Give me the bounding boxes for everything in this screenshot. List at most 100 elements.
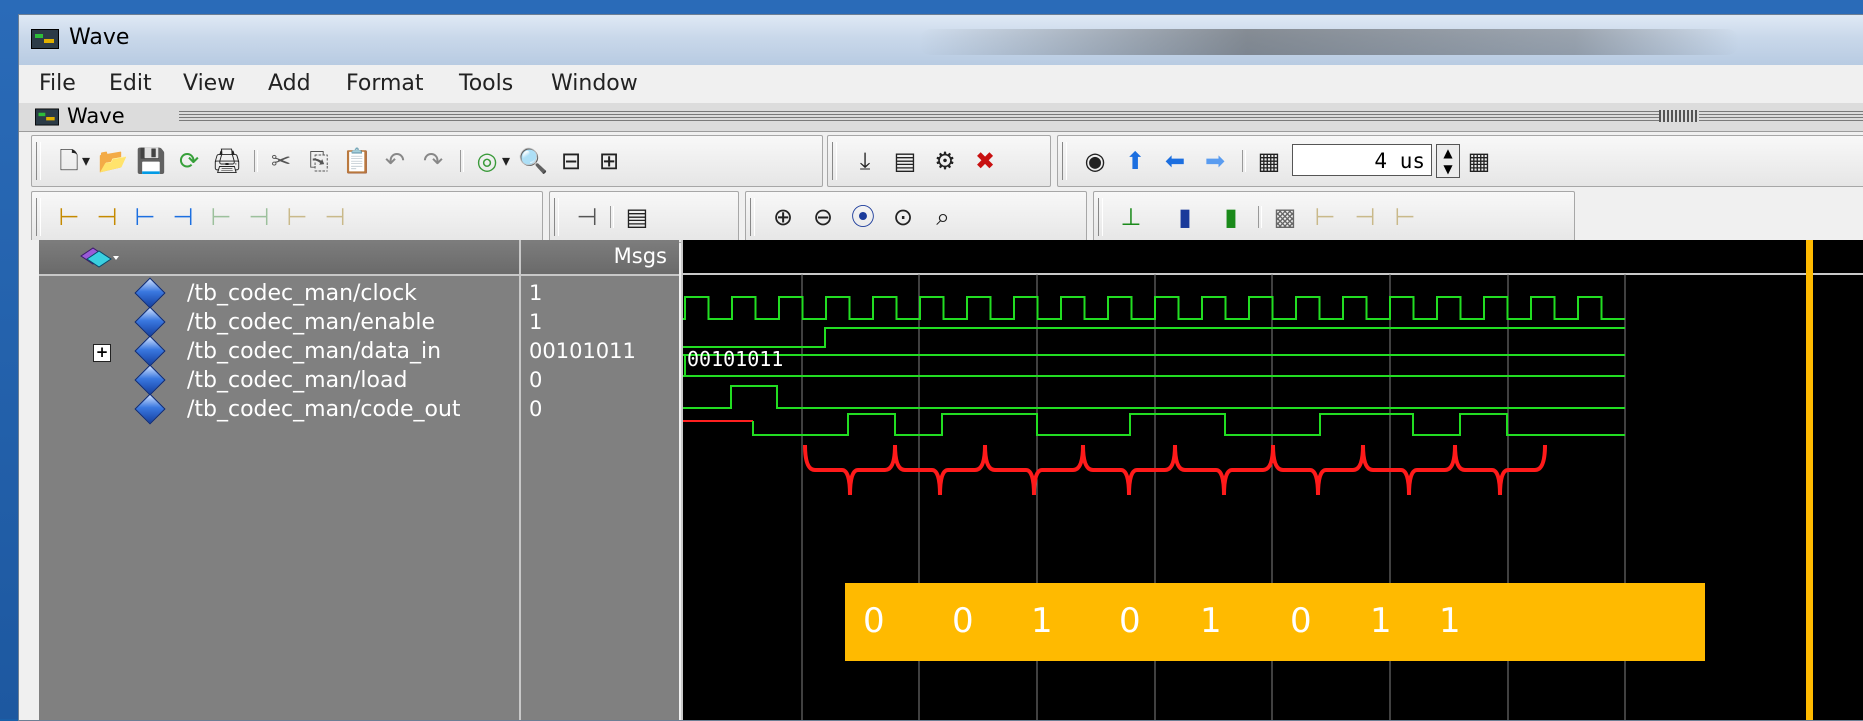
signal-row-clock[interactable]: /tb_codec_man/clock — [39, 277, 536, 310]
wave-pane-icon — [35, 108, 59, 126]
edge-prev-icon[interactable]: ⊢ — [130, 202, 160, 232]
signal-name: /tb_codec_man/code_out — [187, 397, 461, 422]
zoom-region-icon[interactable]: ⌕ — [928, 202, 958, 232]
cut-icon[interactable]: ✂ — [266, 146, 296, 176]
window-title: Wave — [69, 25, 130, 50]
add-signal-icon[interactable]: ⊢ — [54, 202, 84, 232]
toolbar-separator — [610, 206, 614, 228]
edge-a-icon[interactable]: ⊢ — [206, 202, 236, 232]
undo-icon[interactable]: ↶ — [380, 146, 410, 176]
signal-value: 0 — [529, 397, 543, 421]
compare-icon[interactable]: ⊣ — [572, 202, 602, 232]
signal-row-load[interactable]: /tb_codec_man/load — [39, 364, 536, 397]
signal-diamond-icon — [134, 393, 166, 425]
spin-down-icon[interactable]: ▼ — [1437, 161, 1459, 177]
arrow-right-icon[interactable]: ➡ — [1200, 146, 1230, 176]
zoom-full-icon[interactable]: ⦿ — [848, 202, 878, 232]
edge-c-icon[interactable]: ⊢ — [282, 202, 312, 232]
wave-pane-header[interactable]: Wave — [19, 103, 1863, 132]
menu-add[interactable]: Add — [268, 71, 311, 96]
toolbar-sim-group: ⤓ ▤ ⚙ ✖ — [827, 135, 1051, 187]
toolbar-separator — [254, 150, 258, 172]
expand-tree-icon[interactable]: ⊞ — [594, 146, 624, 176]
signal-diamond-icon — [134, 335, 166, 367]
pane-grip[interactable] — [179, 111, 1863, 121]
msgs-label: Msgs — [613, 244, 667, 268]
signal-diamond-icon — [134, 364, 166, 396]
signal-diamond-icon — [134, 277, 166, 309]
signal-names-panel[interactable]: /tb_codec_man/clock /tb_codec_man/enable… — [39, 240, 536, 720]
bookmark-icon[interactable]: ▤ — [622, 202, 652, 232]
edge-style-c-icon[interactable]: ⊢ — [1390, 202, 1420, 232]
bit-brace — [803, 444, 1547, 496]
select-mode-icon[interactable]: ⊥ — [1116, 202, 1146, 232]
chevron-down-icon[interactable]: ▾ — [78, 146, 94, 176]
left-rail — [19, 240, 39, 720]
zoom-mode-icon[interactable]: ▮ — [1170, 202, 1200, 232]
toolbar-zoom-group: ⊕ ⊖ ⦿ ⊙ ⌕ — [745, 191, 1087, 243]
arrow-up-icon[interactable]: ⬆ — [1120, 146, 1150, 176]
collapse-tree-icon[interactable]: ⊟ — [556, 146, 586, 176]
zoom-spinner[interactable]: ▲ ▼ — [1436, 144, 1460, 178]
insert-icon[interactable]: ⤓ — [850, 146, 880, 176]
bit-label: 0 — [952, 601, 974, 641]
find-binoculars-icon[interactable]: 🔍 — [518, 146, 548, 176]
run-icon[interactable]: ⚙ — [930, 146, 960, 176]
menu-file[interactable]: File — [39, 71, 76, 96]
config-icon[interactable]: ▤ — [890, 146, 920, 176]
page-down-icon[interactable]: ▦ — [1464, 146, 1494, 176]
title-bar[interactable]: Wave — [19, 15, 1863, 66]
bit-label: 0 — [1290, 601, 1312, 641]
print-icon[interactable]: 🖨 — [212, 146, 242, 176]
clock-trace — [683, 296, 1625, 320]
save-icon[interactable]: 💾 — [136, 146, 166, 176]
pan-mode-icon[interactable]: ▮ — [1216, 202, 1246, 232]
zoom-out-icon[interactable]: ⊖ — [808, 202, 838, 232]
enable-trace — [683, 327, 1625, 348]
toolbar-separator — [1258, 206, 1262, 228]
app-icon — [31, 29, 59, 49]
value-row-data-in: 00101011 — [521, 338, 679, 368]
break-icon[interactable]: ✖ — [970, 146, 1000, 176]
chevron-down-icon[interactable]: ▾ — [498, 146, 514, 176]
copy-icon[interactable]: ⎘ — [304, 146, 334, 176]
page-icon[interactable]: ▦ — [1254, 146, 1284, 176]
spin-up-icon[interactable]: ▲ — [1437, 145, 1459, 161]
edge-style-a-icon[interactable]: ⊢ — [1310, 202, 1340, 232]
values-header: Msgs — [521, 240, 679, 276]
bit-label: 1 — [1370, 601, 1392, 641]
expand-plus-icon[interactable]: + — [93, 344, 111, 362]
pane-grip-handle[interactable] — [1659, 110, 1699, 122]
pattern-icon[interactable]: ▩ — [1270, 202, 1300, 232]
bit-label: 1 — [1200, 601, 1222, 641]
edge-b-icon[interactable]: ⊣ — [244, 202, 274, 232]
code-out-trace — [752, 413, 1625, 436]
signal-value: 0 — [529, 368, 543, 392]
signal-row-code-out[interactable]: /tb_codec_man/code_out — [39, 393, 536, 426]
target-icon[interactable]: ◉ — [1080, 146, 1110, 176]
edge-style-b-icon[interactable]: ⊣ — [1350, 202, 1380, 232]
menu-view[interactable]: View — [183, 71, 235, 96]
zoom-cursor-icon[interactable]: ⊙ — [888, 202, 918, 232]
menu-edit[interactable]: Edit — [109, 71, 152, 96]
menu-format[interactable]: Format — [346, 71, 424, 96]
signal-values-panel[interactable]: Msgs 1 1 00101011 0 0 — [519, 240, 679, 720]
open-folder-icon[interactable]: 📂 — [98, 146, 128, 176]
menu-window[interactable]: Window — [551, 71, 638, 96]
edge-d-icon[interactable]: ⊣ — [320, 202, 350, 232]
signal-row-enable[interactable]: /tb_codec_man/enable — [39, 306, 536, 339]
zoom-in-icon[interactable]: ⊕ — [768, 202, 798, 232]
edge-next-icon[interactable]: ⊣ — [168, 202, 198, 232]
menu-tools[interactable]: Tools — [459, 71, 513, 96]
paste-icon[interactable]: 📋 — [342, 146, 372, 176]
remove-signal-icon[interactable]: ⊣ — [92, 202, 122, 232]
layers-icon[interactable] — [79, 246, 119, 268]
toolbar-separator — [460, 150, 464, 172]
time-cursor — [1806, 240, 1813, 720]
redo-icon[interactable]: ↷ — [418, 146, 448, 176]
reload-icon[interactable]: ⟳ — [174, 146, 204, 176]
arrow-left-icon[interactable]: ⬅ — [1160, 146, 1190, 176]
toolbar-row-1: 🗋 ▾ 📂 💾 ⟳ 🖨 ✂ ⎘ 📋 ↶ ↷ ◎ ▾ 🔍 ⊟ ⊞ ⤓ ▤ ⚙ ✖ — [19, 132, 1863, 188]
signal-row-data-in[interactable]: + /tb_codec_man/data_in — [39, 335, 536, 368]
zoom-value-field[interactable]: 4 us — [1292, 144, 1432, 176]
